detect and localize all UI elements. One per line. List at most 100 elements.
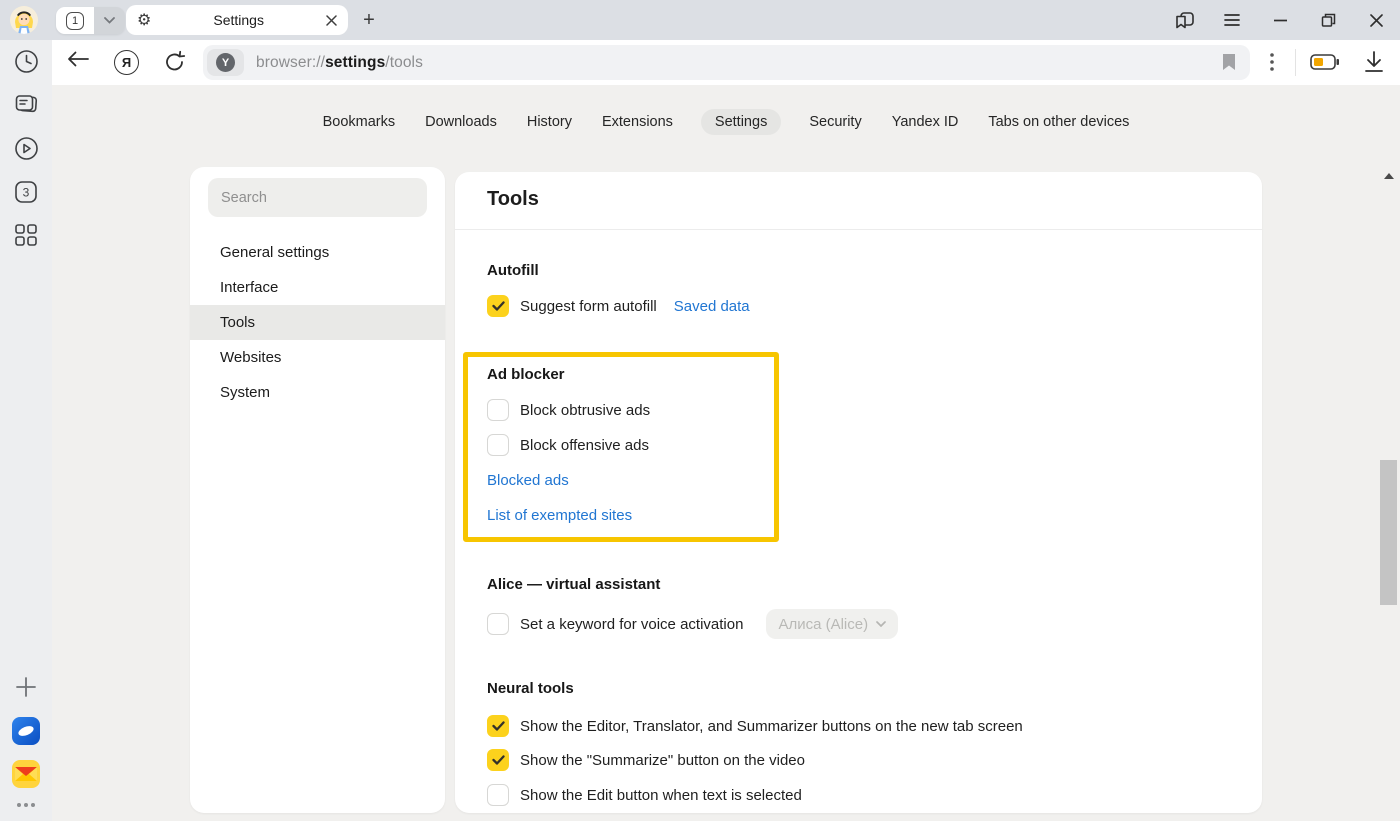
settings-sections-list: General settings Interface Tools Website… xyxy=(190,235,445,410)
close-window-button[interactable] xyxy=(1352,0,1400,40)
panels-icon xyxy=(1175,11,1194,29)
sidebar-item-websites[interactable]: Websites xyxy=(190,340,445,375)
battery-saver-button[interactable] xyxy=(1310,54,1340,70)
back-arrow-icon xyxy=(67,51,89,67)
show-editor-buttons-label: Show the Editor, Translator, and Summari… xyxy=(520,718,1023,735)
tab-count-button[interactable]: 1 xyxy=(56,7,94,34)
services-button[interactable] xyxy=(0,224,52,246)
keyword-dropdown-value: Алиса (Alice) xyxy=(778,616,868,633)
downloads-button[interactable] xyxy=(1364,51,1384,73)
block-offensive-ads-label: Block offensive ads xyxy=(520,437,649,454)
reload-icon xyxy=(163,50,187,74)
tabs-panel-button[interactable]: 3 xyxy=(0,180,52,204)
url-bar[interactable]: Y browser://settings/tools xyxy=(203,45,1250,80)
sidebar-item-interface[interactable]: Interface xyxy=(190,270,445,305)
ellipsis-icon xyxy=(16,802,36,808)
tab-list-dropdown[interactable] xyxy=(94,7,125,34)
nav-yandex-id[interactable]: Yandex ID xyxy=(890,109,961,135)
block-obtrusive-ads-label: Block obtrusive ads xyxy=(520,402,650,419)
keyword-dropdown[interactable]: Алиса (Alice) xyxy=(766,609,898,639)
voice-activation-checkbox[interactable] xyxy=(487,613,509,635)
grid-icon xyxy=(15,224,37,246)
search-box[interactable] xyxy=(208,178,427,217)
tab-group-control[interactable]: 1 xyxy=(56,7,125,34)
checkmark-icon xyxy=(492,301,505,311)
plus-icon xyxy=(15,676,37,698)
nav-history[interactable]: History xyxy=(525,109,574,135)
block-offensive-ads-checkbox[interactable] xyxy=(487,434,509,456)
toolbar-divider xyxy=(1295,49,1296,76)
hamburger-menu-icon xyxy=(1224,14,1240,26)
video-button[interactable] xyxy=(0,136,52,161)
url-text[interactable]: browser://settings/tools xyxy=(256,54,423,72)
bookmark-page-button[interactable] xyxy=(1222,53,1236,71)
mail-app-button[interactable] xyxy=(0,760,52,788)
show-editor-buttons-checkbox[interactable] xyxy=(487,715,509,737)
settings-gear-icon: ⚙ xyxy=(137,12,151,28)
search-input[interactable] xyxy=(208,190,427,206)
minimize-button[interactable] xyxy=(1256,0,1304,40)
exempted-sites-link[interactable]: List of exempted sites xyxy=(487,507,632,524)
block-obtrusive-ads-checkbox[interactable] xyxy=(487,399,509,421)
settings-page: Bookmarks Downloads History Extensions S… xyxy=(52,85,1400,821)
nav-tabs-other-devices[interactable]: Tabs on other devices xyxy=(986,109,1131,135)
svg-text:3: 3 xyxy=(23,186,30,200)
url-highlight: settings xyxy=(325,54,385,71)
maximize-button[interactable] xyxy=(1304,0,1352,40)
active-tab[interactable]: ⚙ Settings xyxy=(126,5,348,35)
show-summarize-button-checkbox[interactable] xyxy=(487,749,509,771)
menu-button[interactable] xyxy=(1208,0,1256,40)
yandex-home-button[interactable]: Я xyxy=(114,50,139,75)
show-edit-button-checkbox[interactable] xyxy=(487,784,509,806)
nav-bookmarks[interactable]: Bookmarks xyxy=(321,109,398,135)
download-icon xyxy=(1364,51,1384,73)
title-divider xyxy=(455,229,1262,230)
tab-close-icon[interactable] xyxy=(326,15,337,26)
sidebar-item-system[interactable]: System xyxy=(190,375,445,410)
sidebar-item-general-settings[interactable]: General settings xyxy=(190,235,445,270)
autofill-heading: Autofill xyxy=(487,262,539,279)
saved-data-link[interactable]: Saved data xyxy=(674,298,750,315)
tab-counter-icon: 3 xyxy=(14,180,38,204)
rail-more-button[interactable] xyxy=(0,802,52,808)
settings-nav: Bookmarks Downloads History Extensions S… xyxy=(52,109,1400,135)
profile-avatar[interactable] xyxy=(10,6,38,34)
alice-keyword-row: Set a keyword for voice activation Алиса… xyxy=(487,609,898,639)
page-title: Tools xyxy=(487,188,539,211)
tools-settings-panel: Tools Autofill Suggest form autofill Sav… xyxy=(455,172,1262,813)
feed-button[interactable] xyxy=(0,93,52,117)
reload-button[interactable] xyxy=(163,50,187,74)
suggest-form-autofill-checkbox[interactable] xyxy=(487,295,509,317)
url-suffix: /tools xyxy=(385,54,423,71)
nav-security[interactable]: Security xyxy=(807,109,863,135)
chevron-down-icon xyxy=(104,17,115,24)
side-rail: 3 xyxy=(0,40,52,821)
browser-toolbar: Я Y browser://settings/tools xyxy=(52,40,1400,85)
url-prefix: browser:// xyxy=(256,54,325,71)
back-button[interactable] xyxy=(67,51,89,67)
toolbar-more-button[interactable] xyxy=(1264,51,1280,73)
neural-row-2: Show the "Summarize" button on the video xyxy=(487,749,805,771)
scrollbar-thumb[interactable] xyxy=(1380,460,1397,605)
scroll-up-arrow[interactable] xyxy=(1384,173,1394,179)
kebab-menu-icon xyxy=(1270,53,1274,71)
nav-extensions[interactable]: Extensions xyxy=(600,109,675,135)
window-controls xyxy=(1160,0,1400,40)
panels-button[interactable] xyxy=(1160,0,1208,40)
blocked-ads-link[interactable]: Blocked ads xyxy=(487,472,569,489)
new-tab-button[interactable]: + xyxy=(357,8,381,32)
disk-app-button[interactable] xyxy=(0,717,52,745)
add-panel-button[interactable] xyxy=(0,676,52,698)
block-obtrusive-ads-row: Block obtrusive ads xyxy=(487,399,650,421)
page-scrollbar[interactable] xyxy=(1376,170,1400,821)
history-button[interactable] xyxy=(0,49,52,74)
neural-tools-heading: Neural tools xyxy=(487,680,574,697)
suggest-form-autofill-label: Suggest form autofill xyxy=(520,298,657,315)
yandex-mail-icon xyxy=(12,760,40,788)
protect-shield-icon: Y xyxy=(216,53,235,72)
nav-downloads[interactable]: Downloads xyxy=(423,109,499,135)
nav-settings[interactable]: Settings xyxy=(701,109,781,135)
close-icon xyxy=(1370,14,1383,27)
sidebar-item-tools[interactable]: Tools xyxy=(190,305,445,340)
protect-badge[interactable]: Y xyxy=(207,49,244,76)
